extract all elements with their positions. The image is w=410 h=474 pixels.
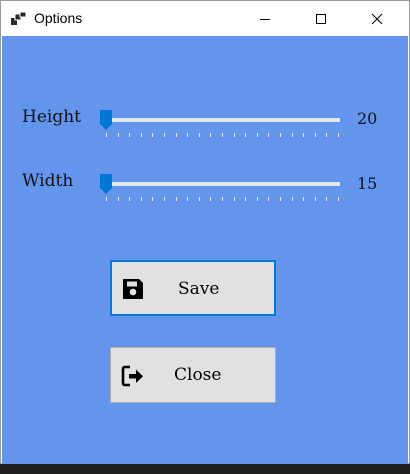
slider-tick <box>338 197 339 201</box>
slider-tick <box>210 197 211 201</box>
slider-tick <box>210 133 211 137</box>
slider-tick <box>292 197 293 201</box>
slider-tick <box>280 133 281 137</box>
slider-tick <box>326 133 327 137</box>
save-button-label: Save <box>178 279 220 299</box>
options-window: Options Height 20 Width 15 Save Close <box>0 0 410 464</box>
slider-tick <box>118 133 119 137</box>
slider-tick <box>141 133 142 137</box>
slider-tick <box>257 133 258 137</box>
close-button[interactable]: Close <box>110 347 276 403</box>
save-button[interactable]: Save <box>110 260 276 316</box>
floppy-disk-icon <box>123 279 143 299</box>
slider-tick <box>176 197 177 201</box>
sign-out-icon <box>121 365 143 387</box>
slider-tick <box>280 197 281 201</box>
width-slider-track[interactable] <box>105 182 340 186</box>
slider-tick <box>106 197 107 201</box>
app-options-icon <box>11 11 27 25</box>
slider-tick <box>245 133 246 137</box>
slider-tick <box>303 133 304 137</box>
slider-tick <box>268 197 269 201</box>
slider-tick <box>234 133 235 137</box>
slider-tick <box>152 133 153 137</box>
slider-tick <box>118 197 119 201</box>
close-window-button[interactable] <box>354 1 400 36</box>
slider-tick <box>245 197 246 201</box>
slider-tick <box>187 197 188 201</box>
slider-tick <box>106 133 107 137</box>
minimize-button[interactable] <box>242 1 288 36</box>
slider-tick <box>141 197 142 201</box>
width-slider-ticks <box>106 197 339 203</box>
slider-tick <box>152 197 153 201</box>
height-label: Height <box>22 107 81 127</box>
slider-tick <box>129 133 130 137</box>
slider-tick <box>257 197 258 201</box>
slider-tick <box>222 197 223 201</box>
close-button-label: Close <box>174 365 222 385</box>
slider-tick <box>303 197 304 201</box>
window-title: Options <box>34 10 83 26</box>
width-slider-thumb[interactable] <box>100 174 112 194</box>
slider-tick <box>292 133 293 137</box>
slider-tick <box>315 197 316 201</box>
title-bar[interactable]: Options <box>1 1 409 36</box>
slider-tick <box>234 197 235 201</box>
slider-tick <box>315 133 316 137</box>
minimize-icon <box>260 18 270 20</box>
slider-tick <box>176 133 177 137</box>
width-value: 15 <box>357 174 378 193</box>
height-value: 20 <box>357 109 378 128</box>
slider-tick <box>129 197 130 201</box>
slider-tick <box>199 133 200 137</box>
client-area: Height 20 Width 15 Save Close <box>2 36 408 464</box>
close-icon <box>371 13 383 24</box>
width-label: Width <box>22 171 74 191</box>
slider-tick <box>222 133 223 137</box>
maximize-button[interactable] <box>298 1 344 36</box>
slider-tick <box>199 197 200 201</box>
slider-tick <box>187 133 188 137</box>
slider-tick <box>326 197 327 201</box>
slider-tick <box>338 133 339 137</box>
maximize-icon <box>316 13 326 24</box>
slider-tick <box>164 197 165 201</box>
slider-tick <box>268 133 269 137</box>
height-slider-thumb[interactable] <box>100 110 112 130</box>
height-slider-track[interactable] <box>105 118 340 122</box>
slider-tick <box>164 133 165 137</box>
taskbar-strip <box>0 464 410 474</box>
height-slider-ticks <box>106 133 339 139</box>
